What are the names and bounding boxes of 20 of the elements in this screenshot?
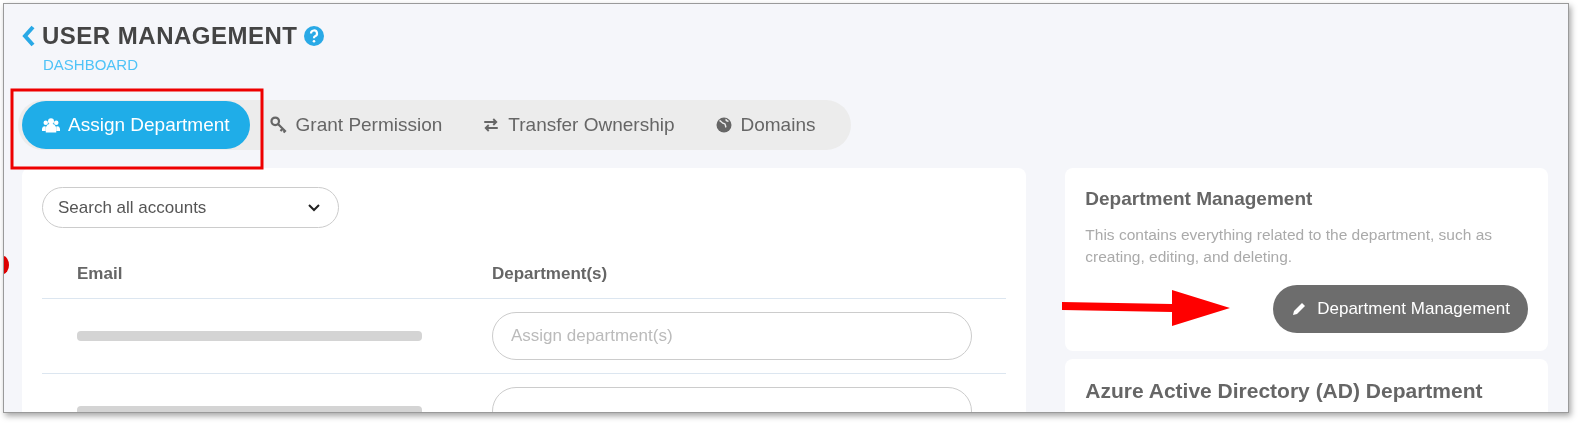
card-title: Department Management [1085, 188, 1314, 210]
chevron-down-icon [308, 203, 320, 212]
tab[interactable]: Grant Permission [249, 101, 463, 149]
card-description: This contains everything related to the department, such as creating, editing, and deleting. [1085, 225, 1493, 267]
help-icon[interactable] [303, 26, 324, 46]
back-chevron-icon[interactable] [22, 25, 36, 47]
tab[interactable]: Transfer Ownership [462, 101, 695, 149]
pencil-icon [1291, 301, 1308, 317]
department-management-button[interactable]: Department Management [1273, 285, 1528, 333]
swap-icon [482, 116, 501, 134]
tab[interactable]: Domains [694, 101, 836, 149]
page-title: USER MANAGEMENT [42, 22, 298, 50]
tab[interactable]: Assign Department [22, 101, 250, 149]
card-title: Azure Active Directory (AD) Department [1085, 379, 1484, 403]
globe-icon [714, 116, 733, 134]
department-field[interactable]: Assign department(s) [492, 312, 972, 360]
column-header: Email [77, 264, 124, 284]
column-header: Department(s) [492, 264, 609, 284]
users-icon [42, 116, 60, 134]
key-icon [269, 116, 288, 134]
